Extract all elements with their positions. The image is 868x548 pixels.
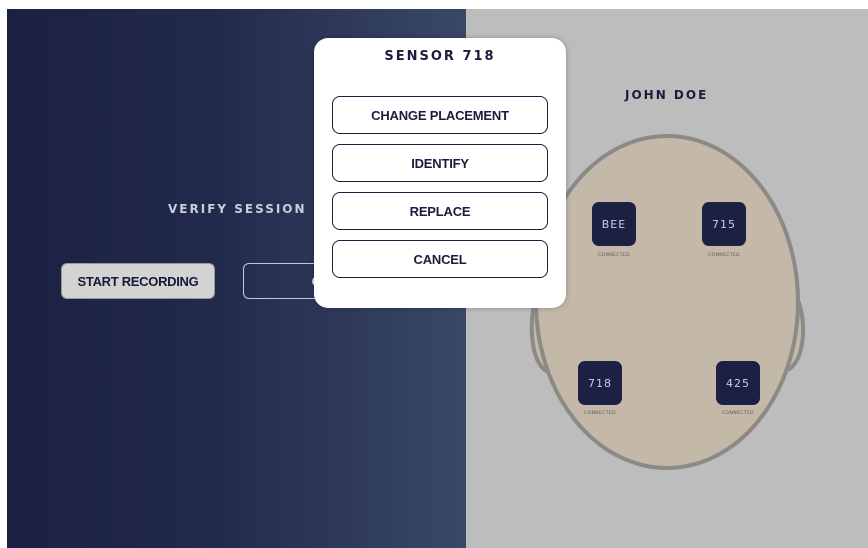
sensor-715[interactable]: 715 [702,202,746,246]
sensor-718[interactable]: 718 [578,361,622,405]
head-outline [534,134,800,470]
modal-title: SENSOR 718 [384,49,496,64]
sensor-bee-status: CONNECTED [597,253,631,258]
change-placement-button[interactable]: CHANGE PLACEMENT [332,96,548,134]
sensor-options-modal: SENSOR 718 CHANGE PLACEMENT IDENTIFY REP… [314,38,566,308]
replace-button[interactable]: REPLACE [332,192,548,230]
sensor-bee[interactable]: BEE [592,202,636,246]
cancel-button[interactable]: CANCEL [332,240,548,278]
sensor-718-status: CONNECTED [583,411,617,416]
sensor-715-status: CONNECTED [707,253,741,258]
identify-button[interactable]: IDENTIFY [332,144,548,182]
sensor-425-status: CONNECTED [721,411,755,416]
sensor-425[interactable]: 425 [716,361,760,405]
